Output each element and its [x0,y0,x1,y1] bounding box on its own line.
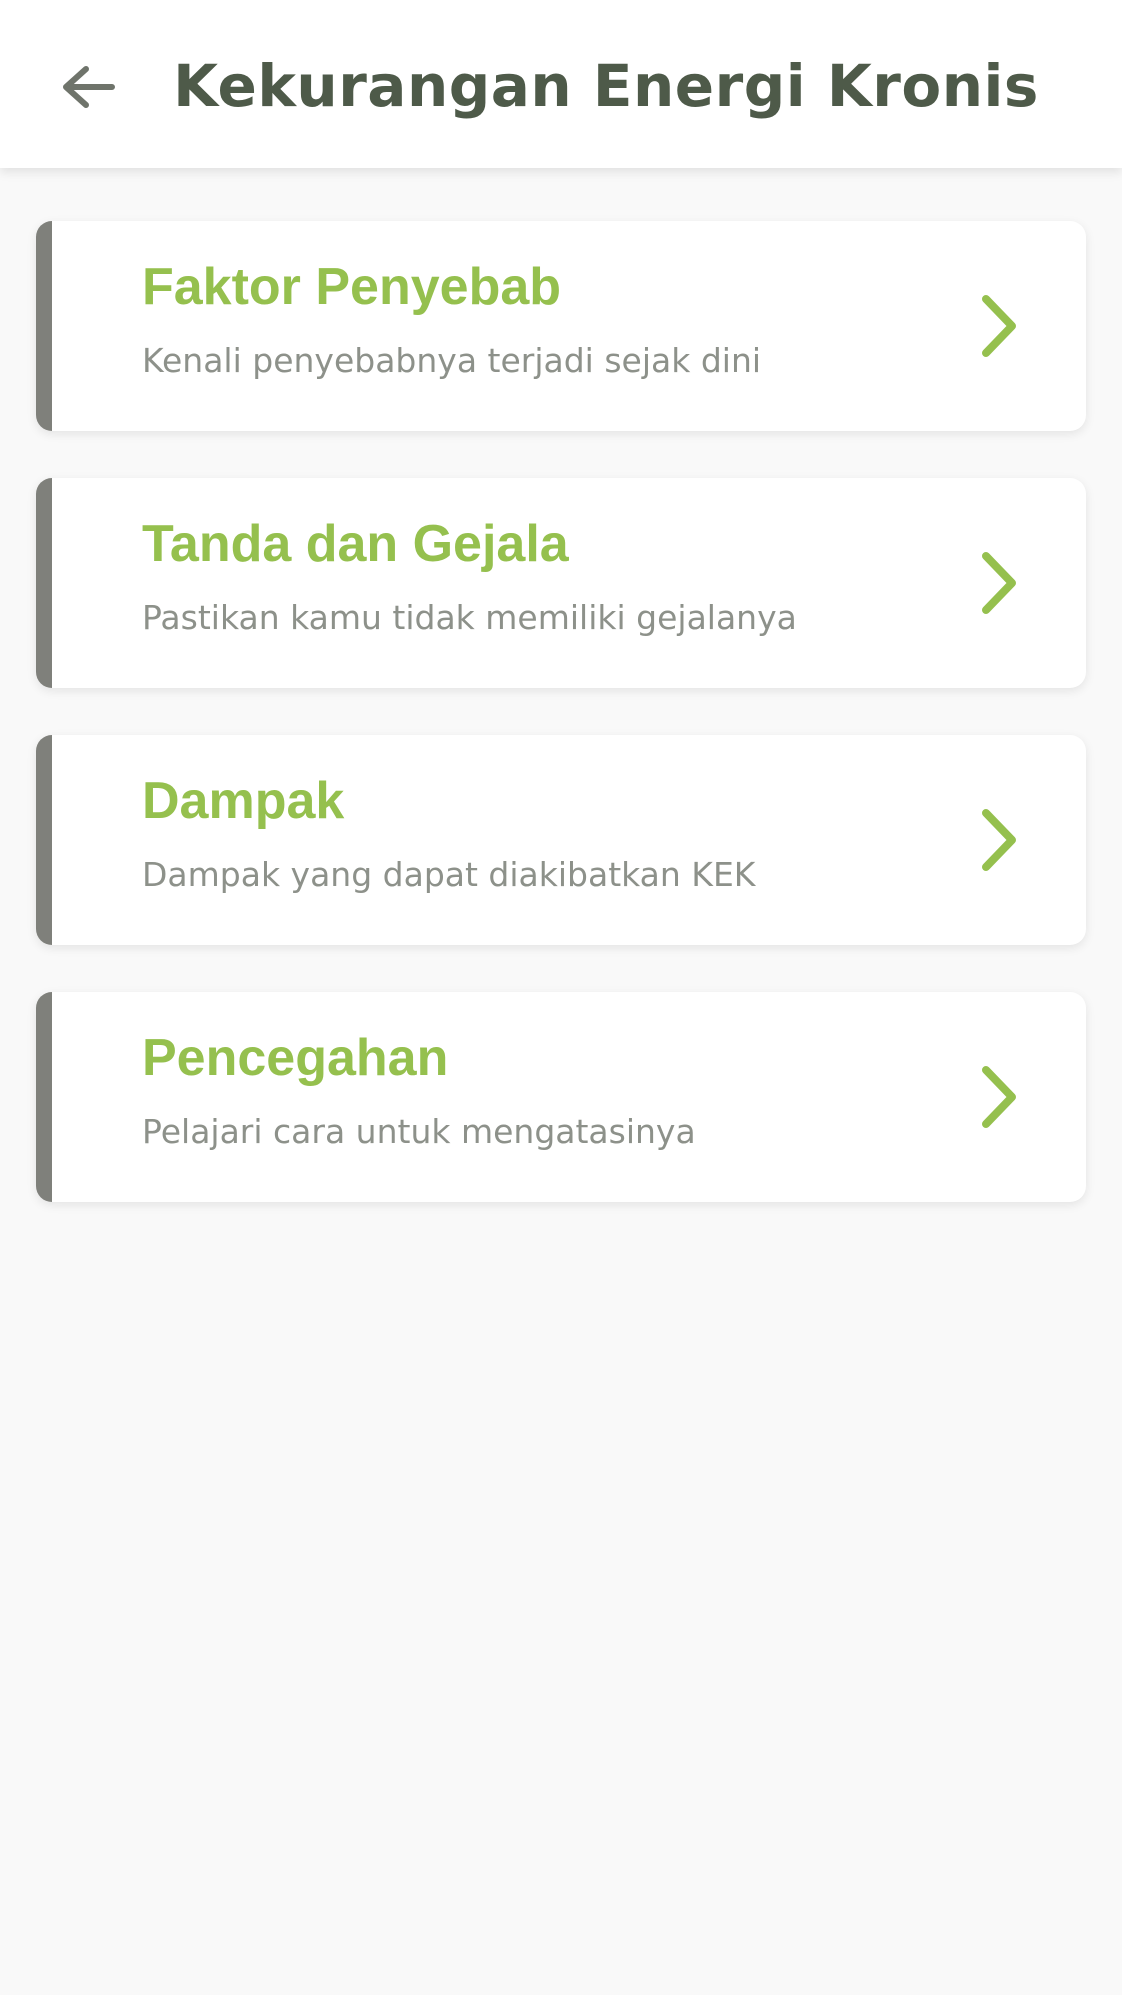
card-dampak[interactable]: Dampak Dampak yang dapat diakibatkan KEK [36,735,1086,945]
card-title: Pencegahan [142,1029,449,1087]
card-subtitle: Pastikan kamu tidak memiliki gejalanya [142,598,797,637]
chevron-right-icon [980,807,1020,873]
card-title: Faktor Penyebab [142,258,562,316]
arrow-left-icon [60,63,116,111]
chevron-right-icon [980,1064,1020,1130]
card-subtitle: Dampak yang dapat diakibatkan KEK [142,855,756,894]
page-title: Kekurangan Energi Kronis [173,52,1039,120]
card-faktor-penyebab[interactable]: Faktor Penyebab Kenali penyebabnya terja… [36,221,1086,431]
card-pencegahan[interactable]: Pencegahan Pelajari cara untuk mengatasi… [36,992,1086,1202]
topic-list: Faktor Penyebab Kenali penyebabnya terja… [36,221,1086,1249]
card-title: Tanda dan Gejala [142,515,569,573]
back-button[interactable] [48,50,128,124]
card-tanda-dan-gejala[interactable]: Tanda dan Gejala Pastikan kamu tidak mem… [36,478,1086,688]
chevron-right-icon [980,293,1020,359]
app-bar: Kekurangan Energi Kronis [0,0,1122,168]
chevron-right-icon [980,550,1020,616]
card-subtitle: Kenali penyebabnya terjadi sejak dini [142,341,762,380]
card-subtitle: Pelajari cara untuk mengatasinya [142,1112,696,1151]
card-title: Dampak [142,772,345,830]
